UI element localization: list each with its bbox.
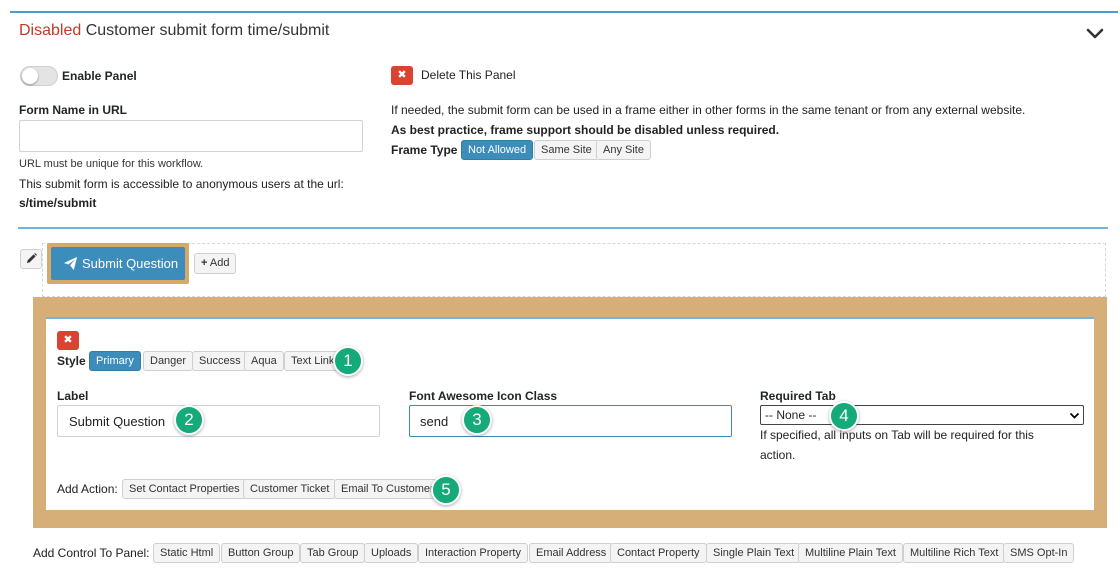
anonymous-access-text: This submit form is accessible to anonym…	[19, 177, 344, 191]
action-set-contact-properties[interactable]: Set Contact Properties	[122, 479, 247, 499]
submit-question-button[interactable]: Submit Question	[51, 247, 185, 280]
callout-badge-2: 2	[174, 405, 204, 435]
frame-type-label: Frame Type	[391, 143, 458, 157]
style-danger[interactable]: Danger	[143, 351, 194, 371]
add-action-label: Add Action:	[57, 482, 118, 496]
callout-badge-1: 1	[333, 346, 363, 376]
style-label: Style	[57, 354, 86, 368]
add-label: Add	[209, 257, 230, 269]
frame-option-any-site[interactable]: Any Site	[596, 140, 651, 160]
plus-icon: +	[201, 257, 208, 269]
paper-plane-icon	[63, 256, 78, 271]
enable-panel-label: Enable Panel	[62, 69, 137, 83]
toggle-knob	[22, 68, 38, 84]
required-tab-value: -- None --	[765, 408, 817, 422]
frame-option-not-allowed[interactable]: Not Allowed	[461, 140, 534, 160]
close-icon: ✖	[63, 334, 73, 346]
required-tab-hint-1: If specified, all inputs on Tab will be …	[760, 428, 1034, 442]
frame-info-text: If needed, the submit form can be used i…	[391, 103, 1026, 117]
control-tab-group[interactable]: Tab Group	[300, 543, 366, 563]
panel-title-text: Customer submit form time/submit	[85, 22, 330, 39]
control-static-html[interactable]: Static Html	[153, 543, 221, 563]
submit-question-label: Submit Question	[82, 256, 179, 271]
style-primary[interactable]: Primary	[89, 351, 141, 371]
required-tab-select[interactable]: -- None --	[760, 405, 1084, 425]
form-name-label: Form Name in URL	[19, 103, 128, 117]
delete-panel-label[interactable]: Delete This Panel	[421, 68, 516, 82]
remove-button-button[interactable]: ✖	[57, 331, 79, 350]
delete-panel-button[interactable]: ✖	[391, 66, 413, 85]
action-email-to-customer[interactable]: Email To Customer	[334, 479, 441, 499]
panel-status: Disabled	[19, 22, 82, 39]
chevron-down-icon	[1069, 412, 1080, 419]
required-tab-title: Required Tab	[760, 389, 836, 403]
control-single-plain-text[interactable]: Single Plain Text	[706, 543, 802, 563]
enable-panel-toggle[interactable]	[20, 66, 58, 86]
add-control-label: Add Control To Panel:	[33, 546, 150, 560]
callout-badge-5: 5	[431, 475, 461, 505]
chevron-down-icon[interactable]	[1084, 24, 1106, 42]
icon-class-title: Font Awesome Icon Class	[409, 389, 558, 403]
control-multiline-rich-text[interactable]: Multiline Rich Text	[903, 543, 1006, 563]
required-tab-hint-2: action.	[760, 448, 796, 462]
control-button-group[interactable]: Button Group	[221, 543, 301, 563]
control-sms-opt-in[interactable]: SMS Opt-In	[1003, 543, 1075, 563]
section-divider	[18, 227, 1108, 229]
style-success[interactable]: Success	[192, 351, 248, 371]
callout-badge-4: 4	[829, 401, 859, 431]
pencil-icon	[27, 253, 37, 263]
edit-button[interactable]	[20, 249, 42, 269]
frame-best-practice-text: As best practice, frame support should b…	[391, 123, 780, 137]
url-unique-hint: URL must be unique for this workflow.	[19, 158, 204, 170]
frame-option-same-site[interactable]: Same Site	[534, 140, 599, 160]
icon-class-input[interactable]	[409, 405, 732, 437]
panel-top-border	[10, 11, 1118, 13]
label-input[interactable]	[57, 405, 380, 437]
control-contact-property[interactable]: Contact Property	[610, 543, 707, 563]
style-aqua[interactable]: Aqua	[244, 351, 284, 371]
panel-title: Disabled Customer submit form time/submi…	[19, 22, 329, 40]
action-customer-ticket[interactable]: Customer Ticket	[243, 479, 337, 499]
control-uploads[interactable]: Uploads	[364, 543, 419, 563]
close-icon: ✖	[397, 69, 407, 81]
url-path: s/time/submit	[19, 196, 97, 210]
control-multiline-plain-text[interactable]: Multiline Plain Text	[798, 543, 903, 563]
callout-badge-3: 3	[462, 405, 492, 435]
form-name-input[interactable]	[19, 120, 363, 152]
control-email-address[interactable]: Email Address	[529, 543, 614, 563]
control-interaction-property[interactable]: Interaction Property	[418, 543, 528, 563]
add-button-button[interactable]: + Add	[194, 253, 237, 274]
label-field-title: Label	[57, 389, 89, 403]
